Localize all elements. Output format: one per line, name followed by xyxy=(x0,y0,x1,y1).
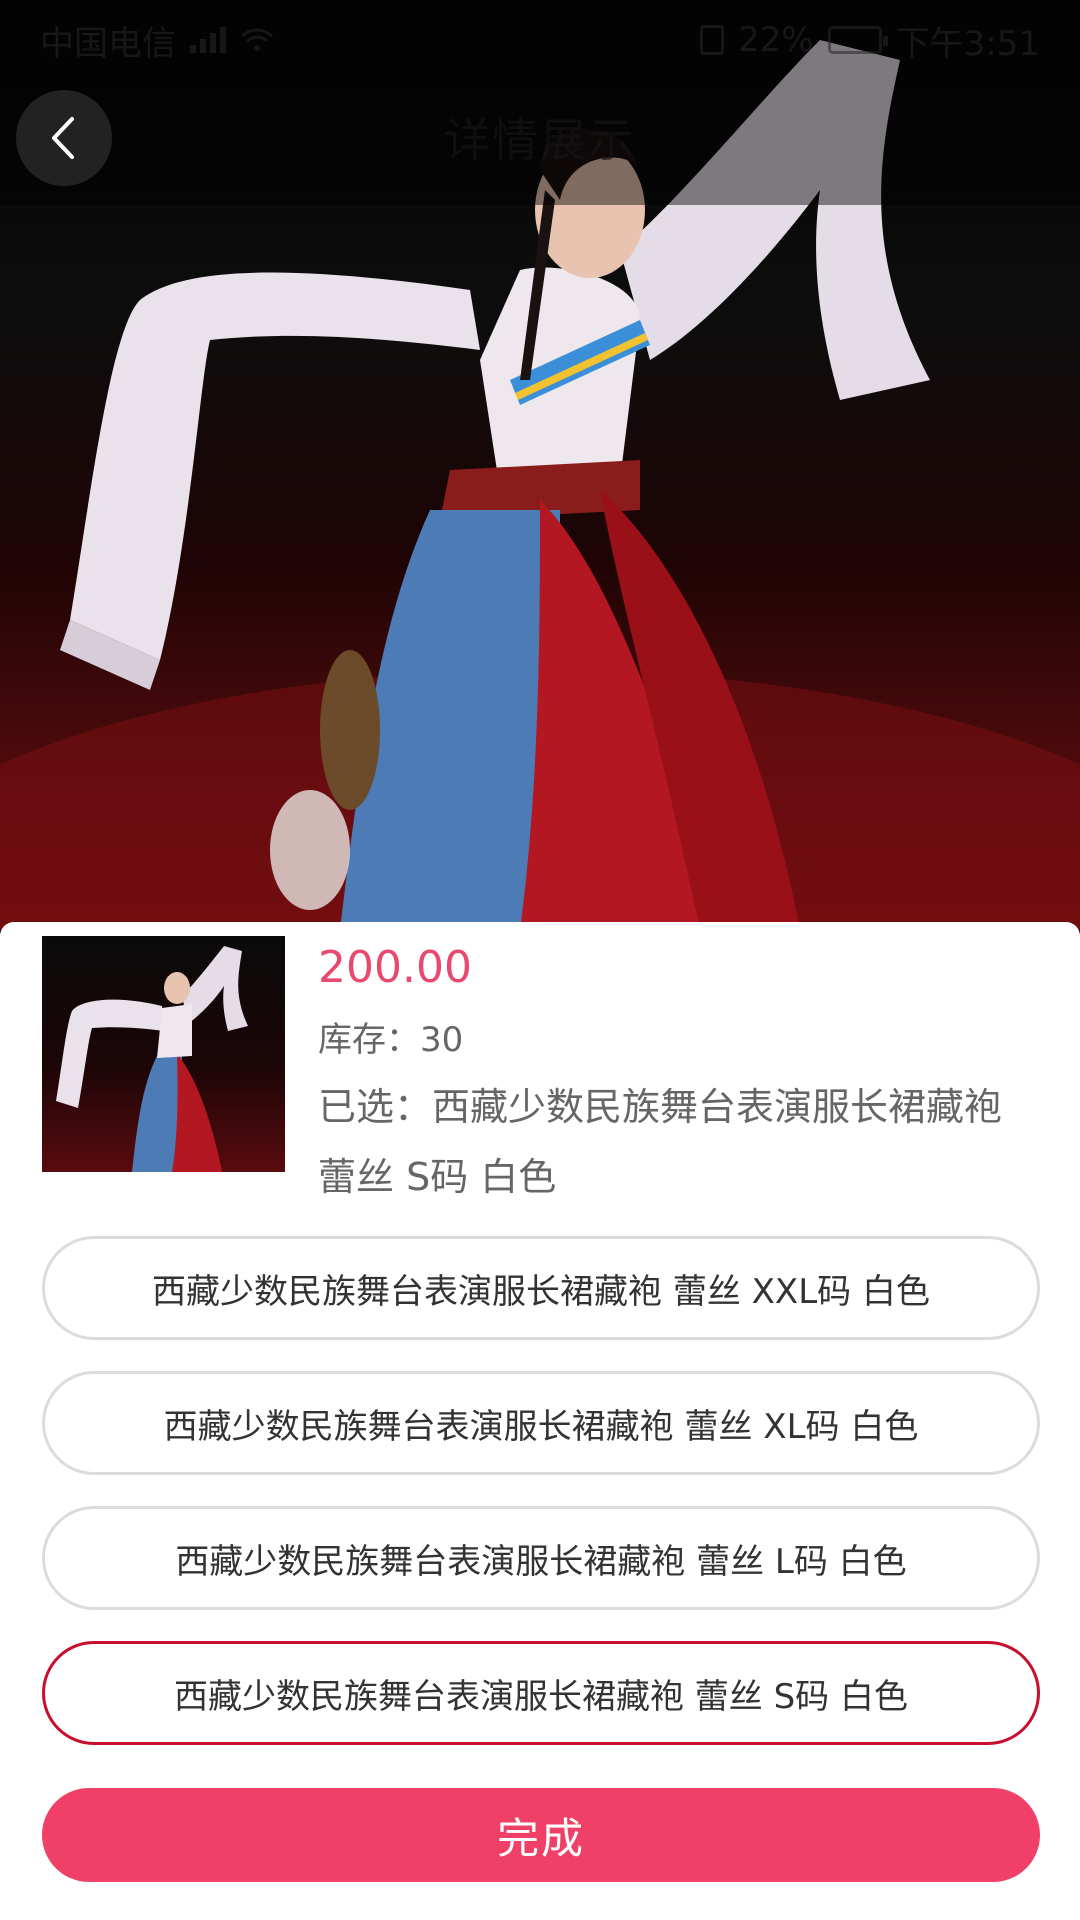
sku-option-xxl[interactable]: 西藏少数民族舞台表演服长裙藏袍 蕾丝 XXL码 白色 xyxy=(42,1236,1040,1340)
sku-option-s[interactable]: 西藏少数民族舞台表演服长裙藏袍 蕾丝 S码 白色 xyxy=(42,1641,1040,1745)
battery-percent: 22% xyxy=(738,20,814,60)
vibrate-icon xyxy=(700,25,725,55)
status-bar: 中国电信 22% 下午3:51 xyxy=(0,0,1080,80)
signal-icon xyxy=(190,27,226,53)
sku-option-l[interactable]: 西藏少数民族舞台表演服长裙藏袍 蕾丝 L码 白色 xyxy=(42,1506,1040,1610)
product-thumbnail xyxy=(42,936,285,1172)
done-button[interactable]: 完成 xyxy=(42,1788,1040,1882)
clock: 下午3:51 xyxy=(895,23,1040,64)
sku-option-label: 西藏少数民族舞台表演服长裙藏袍 蕾丝 XL码 白色 xyxy=(163,1406,919,1447)
selected-sku-text: 已选：西藏少数民族舞台表演服长裙藏袍 蕾丝 S码 白色 xyxy=(318,1085,1003,1199)
product-stock: 库存：30 xyxy=(318,1020,464,1060)
page-title: 详情展示 xyxy=(444,113,636,167)
status-left: 中国电信 xyxy=(40,16,274,65)
battery-icon xyxy=(827,26,888,54)
screen: 中国电信 22% 下午3:51 详情展示 200.00 库存：30 已选：西藏少… xyxy=(0,0,1080,1920)
status-right: 22% 下午3:51 xyxy=(700,16,1040,65)
sku-option-label: 西藏少数民族舞台表演服长裙藏袍 蕾丝 XXL码 白色 xyxy=(152,1271,930,1312)
wifi-icon xyxy=(241,28,273,51)
sku-option-xl[interactable]: 西藏少数民族舞台表演服长裙藏袍 蕾丝 XL码 白色 xyxy=(42,1371,1040,1475)
carrier-label: 中国电信 xyxy=(40,23,176,64)
product-price: 200.00 xyxy=(318,942,472,993)
sku-selection-sheet: 200.00 库存：30 已选：西藏少数民族舞台表演服长裙藏袍 蕾丝 S码 白色… xyxy=(0,922,1080,1920)
sku-option-label: 西藏少数民族舞台表演服长裙藏袍 蕾丝 S码 白色 xyxy=(173,1676,908,1717)
sku-option-label: 西藏少数民族舞台表演服长裙藏袍 蕾丝 L码 白色 xyxy=(175,1541,907,1582)
